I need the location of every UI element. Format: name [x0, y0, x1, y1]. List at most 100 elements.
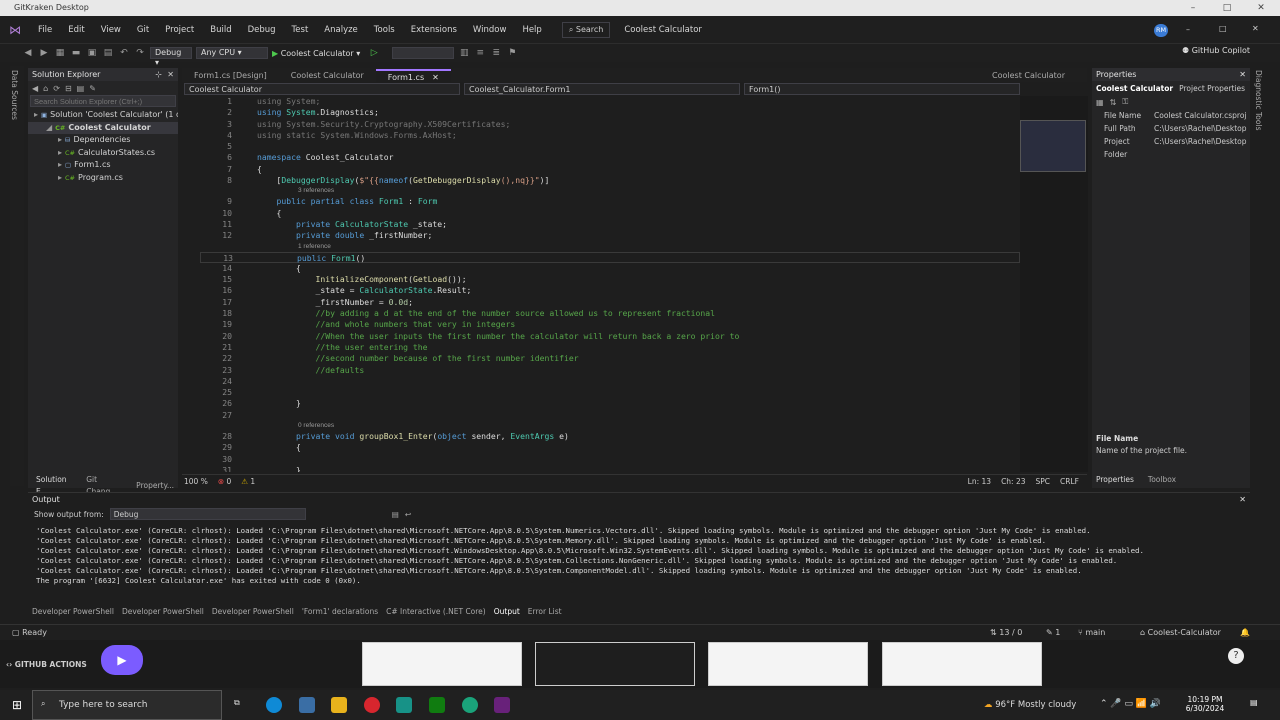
copilot-app-icon[interactable]	[462, 697, 478, 713]
format-icon[interactable]: ≡	[474, 47, 486, 59]
branch-selector[interactable]: ⑂ main	[1078, 625, 1105, 641]
save-icon[interactable]: ▣	[86, 47, 98, 59]
code-line[interactable]: 7{	[200, 164, 1020, 175]
github-copilot-button[interactable]: ⚉ GitHub Copilot	[1182, 46, 1250, 55]
notification-center-icon[interactable]: ▤	[1250, 698, 1258, 707]
tree-item[interactable]: ▸ C# Program.cs	[28, 172, 178, 185]
opera-icon[interactable]	[364, 697, 380, 713]
close-icon[interactable]: ✕	[167, 68, 174, 81]
edge-icon[interactable]	[266, 697, 282, 713]
code-line[interactable]: 8 [DebuggerDisplay($"{{nameof(GetDebugge…	[200, 175, 1020, 186]
notifications-icon[interactable]: 🔔	[1240, 625, 1250, 641]
save-all-icon[interactable]: ▤	[102, 47, 114, 59]
menu-view[interactable]: View	[93, 16, 129, 44]
bookmark-icon[interactable]: ⚑	[506, 47, 518, 59]
code-line[interactable]: 31 }	[200, 465, 1020, 472]
tray-icons[interactable]: ⌃ 🎤 ▭ 📶 🔊	[1100, 699, 1161, 709]
video-icon[interactable]: ▶	[101, 645, 143, 675]
tab-right-coolest-calculator[interactable]: Coolest Calculator	[980, 69, 1077, 82]
taskbar-search[interactable]: ⌕ Type here to search	[32, 690, 222, 720]
tab-property-manager[interactable]: Property...	[132, 480, 178, 492]
wrench-icon[interactable]: ✎	[89, 84, 96, 93]
minimize-icon[interactable]: –	[1186, 25, 1190, 34]
diagnostic-tools-tab[interactable]: Diagnostic Tools	[1254, 70, 1263, 130]
expand-chevron-icon[interactable]: ▸	[34, 110, 38, 119]
expand-chevron-icon[interactable]: ▸	[58, 135, 62, 144]
expand-chevron-icon[interactable]: ▸	[58, 173, 62, 182]
thumbnail-1[interactable]	[362, 642, 522, 686]
alphabetical-icon[interactable]: ⇅	[1110, 98, 1117, 107]
menu-file[interactable]: File	[30, 16, 60, 44]
thumbnail-4[interactable]	[882, 642, 1042, 686]
close-icon[interactable]: ✕	[1239, 68, 1246, 81]
code-line[interactable]: 21 //the user entering the	[200, 342, 1020, 353]
thumbnail-3[interactable]	[708, 642, 868, 686]
properties-object-selector[interactable]: Coolest Calculator Project Properties	[1092, 81, 1250, 95]
start-without-debugging-icon[interactable]: ▷	[368, 47, 380, 59]
code-line[interactable]: 3 using System.Security.Cryptography.X509…	[200, 119, 1020, 130]
code-line[interactable]: 23 //defaults	[200, 365, 1020, 376]
codelens-references[interactable]: 3 references	[200, 186, 1020, 196]
code-line[interactable]: 20 //When the user inputs the first numb…	[200, 331, 1020, 342]
menu-build[interactable]: Build	[202, 16, 239, 44]
code-line[interactable]: 13 public Form1()	[200, 251, 1020, 263]
menu-debug[interactable]: Debug	[240, 16, 284, 44]
collapse-icon[interactable]: ⊟	[65, 84, 72, 93]
minimap-viewport[interactable]	[1020, 120, 1086, 172]
redo-icon[interactable]: ↷	[134, 47, 146, 59]
sync-icon[interactable]: ⟳	[53, 84, 60, 93]
back-icon[interactable]: ◀	[32, 84, 38, 93]
code-line[interactable]: 9 public partial class Form1 : Form	[200, 196, 1020, 207]
gitkraken-icon[interactable]	[396, 697, 412, 713]
platform-dropdown[interactable]: Any CPU ▾	[196, 47, 268, 59]
code-line[interactable]: 18 //by adding a d at the end of the num…	[200, 308, 1020, 319]
tab-properties[interactable]: Properties	[1092, 474, 1138, 486]
code-line[interactable]: 2 using System.Diagnostics;	[200, 107, 1020, 118]
codelens-references[interactable]: 0 references	[200, 421, 1020, 431]
line-ending[interactable]: CRLF	[1060, 477, 1079, 486]
menu-project[interactable]: Project	[157, 16, 202, 44]
bottom-tab[interactable]: Developer PowerShell	[208, 606, 298, 618]
menu-test[interactable]: Test	[284, 16, 317, 44]
member-nav-dropdown[interactable]: Form1()	[744, 82, 1020, 95]
code-line[interactable]: 6 namespace Coolest_Calculator	[200, 152, 1020, 163]
code-line[interactable]: 5	[200, 141, 1020, 152]
weather[interactable]: ☁ 96°F Mostly cloudy	[984, 700, 1076, 710]
xbox-icon[interactable]	[429, 697, 445, 713]
file-explorer-icon[interactable]	[331, 697, 347, 713]
code-line[interactable]: 30	[200, 454, 1020, 465]
code-line[interactable]: 11 private CalculatorState _state;	[200, 219, 1020, 230]
minimize-icon[interactable]: –	[1176, 0, 1210, 16]
expand-chevron-icon[interactable]: ◢	[46, 123, 52, 132]
github-actions-label[interactable]: ‹› GITHUB ACTIONS	[6, 660, 87, 669]
data-sources-tab[interactable]: Data Sources	[10, 70, 19, 120]
bottom-tab[interactable]: 'Form1' declarations	[298, 606, 382, 618]
code-line[interactable]: 12 private double _firstNumber;	[200, 230, 1020, 241]
pin-icon[interactable]: ⊹	[155, 68, 162, 81]
code-line[interactable]: 26 }	[200, 398, 1020, 409]
thumbnail-2[interactable]	[535, 642, 695, 686]
tree-item[interactable]: ▸ ⛁ Dependencies	[28, 134, 178, 147]
debug-target-dropdown[interactable]	[392, 47, 455, 59]
code-line[interactable]: 25	[200, 387, 1020, 398]
code-line[interactable]: 4 using static System.Windows.Forms.AxHos…	[200, 130, 1020, 141]
property-row[interactable]: Full Path C:\Users\Rachel\Desktop	[1092, 122, 1250, 135]
output-text[interactable]: 'Coolest Calculator.exe' (CoreCLR: clrho…	[28, 526, 1250, 586]
whitespace-mode[interactable]: SPC	[1036, 477, 1051, 486]
open-icon[interactable]: ▬	[70, 47, 82, 59]
code-lines[interactable]: 1 using System; 2 using System.Diagnostics;…	[200, 96, 1020, 472]
new-item-icon[interactable]: ▦	[54, 47, 66, 59]
error-count[interactable]: ⊗ 0	[218, 477, 231, 486]
menu-git[interactable]: Git	[129, 16, 157, 44]
start-debugging-button[interactable]: ▶ Coolest Calculator ▾	[272, 49, 360, 58]
code-line[interactable]: 17 _firstNumber = 0.0d;	[200, 297, 1020, 308]
menu-tools[interactable]: Tools	[366, 16, 403, 44]
forward-icon[interactable]: ▶	[38, 47, 50, 59]
code-line[interactable]: 29 {	[200, 442, 1020, 453]
code-line[interactable]: 19 //and whole numbers that very in inte…	[200, 319, 1020, 330]
tab-coolest-calculator[interactable]: Coolest Calculator	[279, 69, 376, 82]
tab-toolbox[interactable]: Toolbox	[1144, 474, 1180, 486]
pending-edits[interactable]: ✎ 1	[1046, 625, 1060, 641]
close-icon[interactable]: ✕	[1244, 0, 1278, 16]
bottom-tab[interactable]: Output	[490, 606, 524, 618]
